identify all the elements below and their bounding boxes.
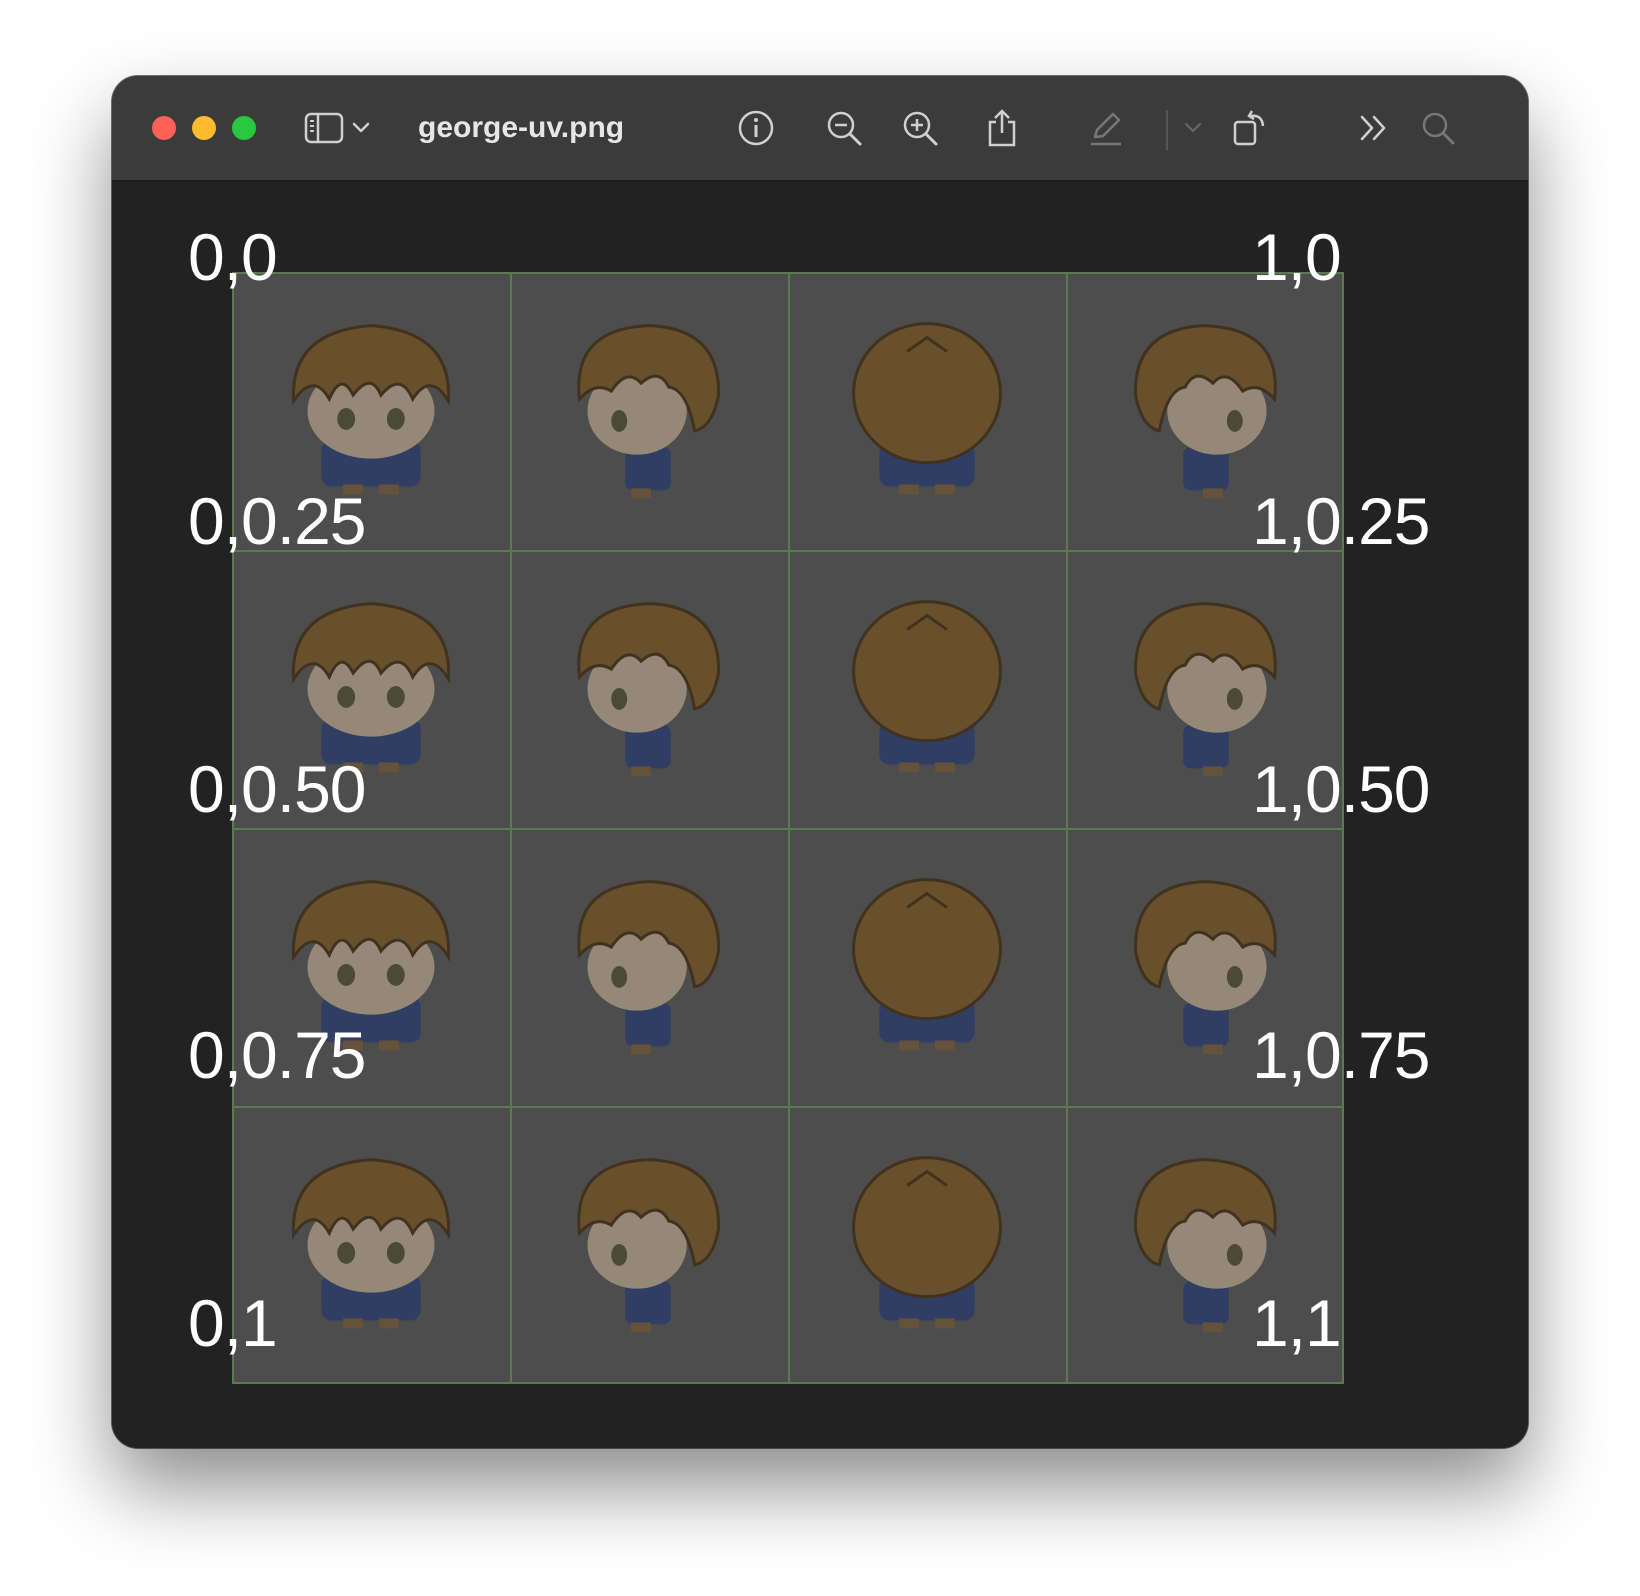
close-button[interactable] <box>152 116 176 140</box>
grid-line-horizontal <box>232 550 1344 552</box>
zoom-out-button[interactable] <box>818 102 870 154</box>
titlebar: george-uv.png <box>112 76 1528 182</box>
sprite-frame <box>510 550 788 828</box>
more-button[interactable] <box>1348 102 1400 154</box>
grid-line-horizontal <box>232 1382 1344 1384</box>
uv-label-right-0-25: 1,0.25 <box>1252 484 1430 558</box>
search-button[interactable] <box>1412 102 1464 154</box>
sidebar-icon <box>304 112 344 144</box>
zoom-in-button[interactable] <box>894 102 946 154</box>
chevron-down-icon <box>352 122 370 134</box>
uv-label-top-right: 1,0 <box>1252 220 1342 294</box>
uv-label-bottom-left: 0,1 <box>188 1286 278 1360</box>
minimize-button[interactable] <box>192 116 216 140</box>
sprite-frame <box>788 1106 1066 1384</box>
search-icon <box>1420 110 1456 146</box>
uv-label-right-0-50: 1,0.50 <box>1252 752 1430 826</box>
sidebar-toggle-button[interactable] <box>298 102 350 154</box>
share-button[interactable] <box>976 102 1028 154</box>
chevrons-right-icon <box>1358 114 1390 142</box>
rotate-icon <box>1230 108 1270 148</box>
share-icon <box>984 108 1020 148</box>
zoom-out-icon <box>825 109 863 147</box>
sprite-frame <box>510 1106 788 1384</box>
uv-label-left-0-25: 0,0.25 <box>188 484 366 558</box>
sprite-frame <box>788 828 1066 1106</box>
sprite-frame <box>788 550 1066 828</box>
preview-window: george-uv.png 0,0 1,0 0,0.25 1,0.25 0,0.… <box>112 76 1528 1448</box>
info-icon <box>737 109 775 147</box>
sprite-frame <box>510 272 788 550</box>
sprite-frame <box>788 272 1066 550</box>
image-canvas: 0,0 1,0 0,0.25 1,0.25 0,0.50 1,0.50 0,0.… <box>112 182 1528 1448</box>
uv-label-left-0-50: 0,0.50 <box>188 752 366 826</box>
zoom-in-icon <box>901 109 939 147</box>
uv-label-bottom-right: 1,1 <box>1252 1286 1342 1360</box>
uv-label-left-0-75: 0,0.75 <box>188 1018 366 1092</box>
sprite-frame <box>510 828 788 1106</box>
markup-button[interactable] <box>1080 102 1132 154</box>
chevron-down-icon <box>1184 122 1202 134</box>
zoom-window-button[interactable] <box>232 116 256 140</box>
pencil-icon <box>1087 109 1125 147</box>
sidebar-menu-button[interactable] <box>344 102 378 154</box>
uv-label-right-0-75: 1,0.75 <box>1252 1018 1430 1092</box>
window-title: george-uv.png <box>418 111 625 144</box>
grid-line-horizontal <box>232 1106 1344 1108</box>
toolbar-divider <box>1166 110 1168 150</box>
grid-line-horizontal <box>232 828 1344 830</box>
info-button[interactable] <box>730 102 782 154</box>
grid-line-horizontal <box>232 272 1344 274</box>
markup-menu-button[interactable] <box>1176 102 1210 154</box>
uv-label-top-left: 0,0 <box>188 220 278 294</box>
rotate-button[interactable] <box>1224 102 1276 154</box>
sprite-sheet-image <box>232 272 1344 1384</box>
